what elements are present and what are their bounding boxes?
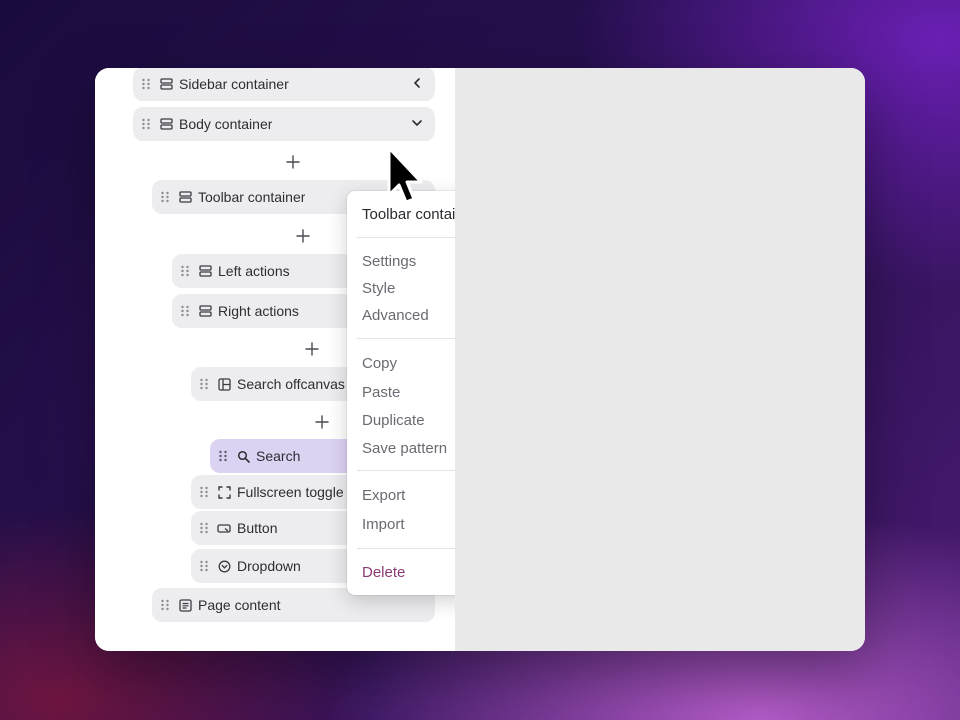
menu-item-label: Copy [362,354,398,372]
drag-handle-icon[interactable] [141,118,151,130]
rows-icon [178,190,192,204]
add-block-icon[interactable] [285,154,301,170]
drag-handle-icon[interactable] [199,560,209,572]
drag-handle-icon[interactable] [199,522,209,534]
menu-item-label: Style [362,279,396,297]
search-icon [236,449,250,463]
tree-node-label: Dropdown [237,558,301,574]
tree-node-label: Right actions [218,303,299,319]
tree-node-label: Search offcanvas [237,376,345,392]
menu-item-label: Settings [362,252,417,270]
tree-node-label: Body container [179,116,273,132]
drag-handle-icon[interactable] [199,486,209,498]
content-icon [178,598,192,612]
drag-handle-icon[interactable] [141,78,151,90]
drag-handle-icon[interactable] [180,305,190,317]
tree-node-body-container[interactable]: Body container [133,107,435,141]
menu-item-label: Export [362,486,406,504]
drag-handle-icon[interactable] [160,191,170,203]
dropdown-icon [217,559,231,573]
rows-icon [198,264,212,278]
drag-handle-icon[interactable] [199,378,209,390]
menu-item-label: Import [362,515,405,533]
button-icon [217,521,231,535]
tree-node-label: Page content [198,597,281,613]
mouse-cursor-icon [387,146,423,204]
tree-node-label: Sidebar container [179,76,289,92]
canvas-preview[interactable] [455,68,865,651]
rows-icon [159,77,173,91]
menu-item-label: Duplicate [362,411,425,429]
builder-window: Sidebar container Body container Toolbar… [95,68,865,651]
add-block-icon[interactable] [314,414,330,430]
menu-item-label: Save pattern [362,439,448,457]
tree-node-label: Left actions [218,263,290,279]
layout-icon [217,377,231,391]
tree-node-sidebar-container[interactable]: Sidebar container [133,68,435,101]
menu-item-label: Delete [362,563,406,581]
drag-handle-icon[interactable] [180,265,190,277]
add-block-icon[interactable] [304,341,320,357]
chevron-left-icon[interactable] [411,77,423,89]
tree-node-label: Toolbar container [198,189,306,205]
tree-node-label: Button [237,520,278,536]
chevron-down-icon[interactable] [411,117,423,129]
add-block-icon[interactable] [295,228,311,244]
menu-item-label: Paste [362,383,401,401]
rows-icon [159,117,173,131]
rows-icon [198,304,212,318]
drag-handle-icon[interactable] [218,450,228,462]
fullscreen-icon [217,485,231,499]
tree-node-label: Fullscreen toggle [237,484,344,500]
menu-item-label: Advanced [362,306,429,324]
drag-handle-icon[interactable] [160,599,170,611]
tree-node-label: Search [256,448,301,464]
